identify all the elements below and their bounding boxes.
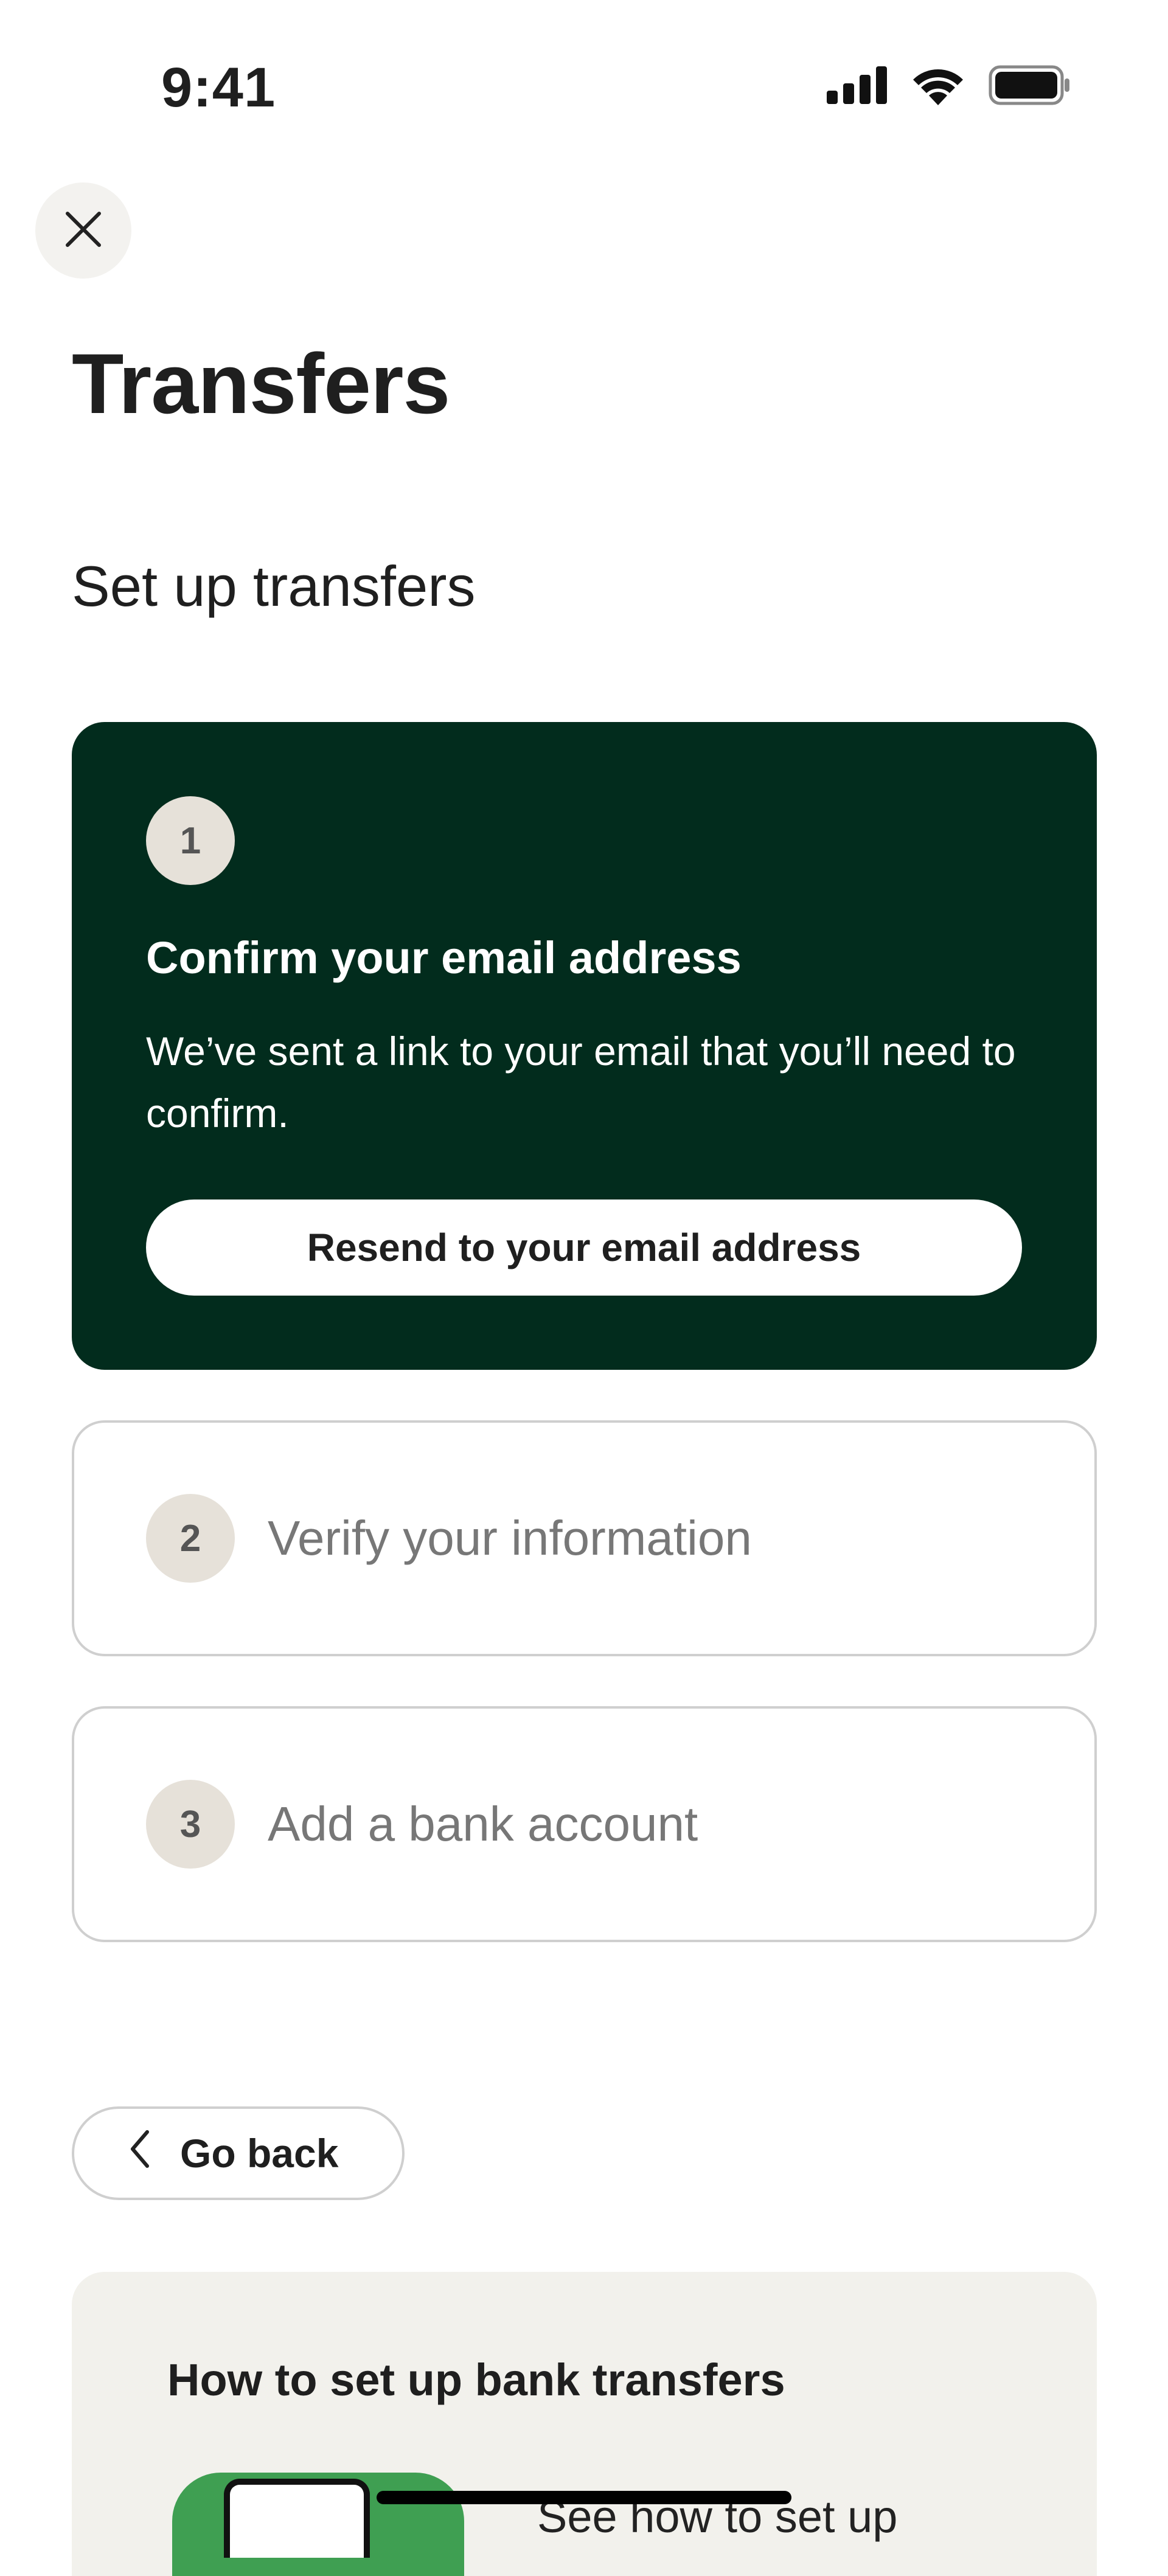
- help-title: How to set up bank transfers: [167, 2355, 785, 2405]
- step-title: Add a bank account: [268, 1797, 698, 1851]
- wifi-icon: [911, 65, 965, 105]
- step-number-badge: 1: [146, 796, 235, 885]
- home-indicator: [377, 2491, 791, 2504]
- page-title: Transfers: [72, 336, 450, 431]
- phone-illustration-icon: [224, 2479, 370, 2558]
- battery-icon: [989, 65, 1071, 105]
- go-back-label: Go back: [180, 2131, 339, 2176]
- help-panel: How to set up bank transfers See how to …: [72, 2272, 1097, 2576]
- signal-icon: [827, 66, 888, 104]
- step-number-badge: 3: [146, 1780, 235, 1869]
- status-bar: 9:41: [0, 0, 1168, 176]
- close-button[interactable]: [35, 182, 131, 279]
- go-back-button[interactable]: Go back: [72, 2106, 405, 2200]
- status-time: 9:41: [161, 57, 276, 119]
- step-card-confirm-email: 1 Confirm your email address We’ve sent …: [72, 722, 1097, 1370]
- step-card-add-bank-account[interactable]: 3 Add a bank account: [72, 1706, 1097, 1942]
- resend-email-button[interactable]: Resend to your email address: [146, 1199, 1022, 1296]
- section-title: Set up transfers: [72, 554, 476, 618]
- status-icons: [827, 61, 1071, 109]
- step-title: Confirm your email address: [146, 932, 742, 983]
- step-number-badge: 2: [146, 1494, 235, 1583]
- chevron-left-icon: [129, 2130, 151, 2178]
- step-description: We’ve sent a link to your email that you…: [146, 1029, 1016, 1136]
- step-title: Verify your information: [268, 1511, 752, 1565]
- step-card-verify-information[interactable]: 2 Verify your information: [72, 1420, 1097, 1656]
- close-icon: [64, 210, 103, 252]
